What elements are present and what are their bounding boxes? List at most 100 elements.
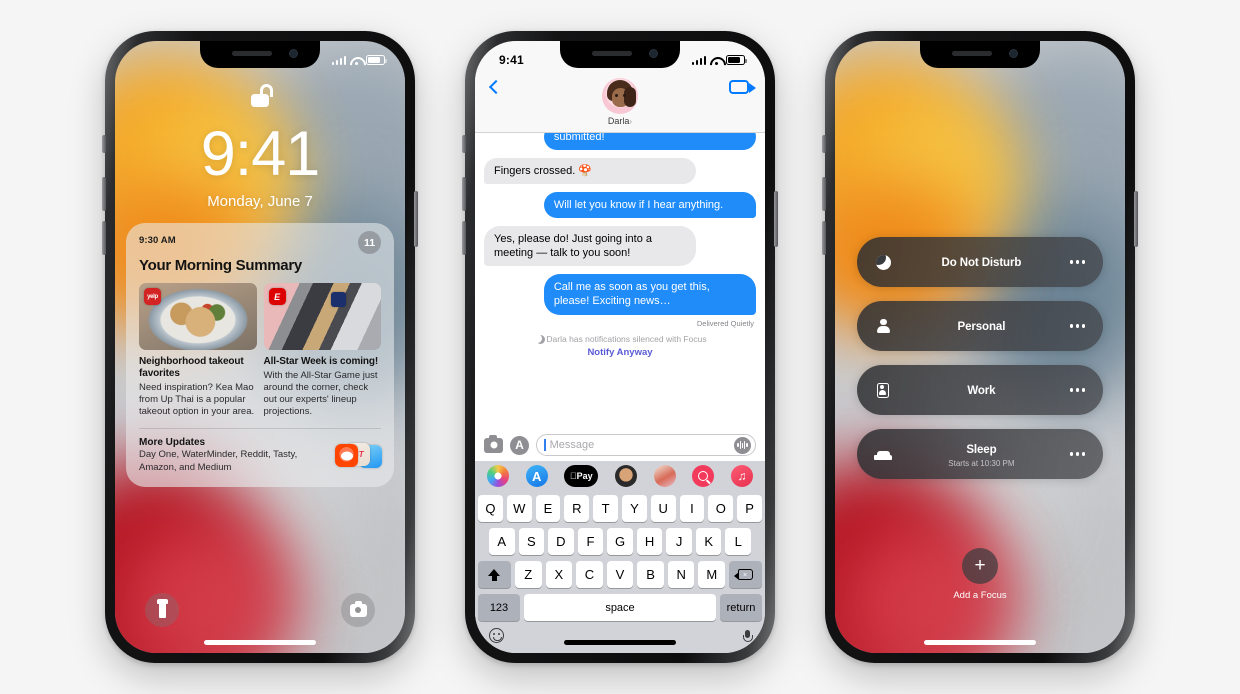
front-camera-icon <box>649 49 658 58</box>
key-v[interactable]: V <box>606 561 634 588</box>
home-indicator[interactable] <box>564 640 676 645</box>
emoji-smiley-icon[interactable] <box>489 628 504 643</box>
key-z[interactable]: Z <box>514 561 542 588</box>
key-y[interactable]: Y <box>622 495 647 522</box>
focus-mode-work[interactable]: Work <box>857 365 1103 415</box>
ellipsis-icon[interactable] <box>1069 260 1085 264</box>
key-h[interactable]: H <box>636 528 663 555</box>
key-t[interactable]: T <box>593 495 618 522</box>
mute-switch[interactable] <box>462 135 466 153</box>
volume-down-button[interactable] <box>462 221 466 255</box>
key-e[interactable]: E <box>535 495 561 522</box>
key-p[interactable]: P <box>737 495 762 522</box>
power-button[interactable] <box>774 191 778 247</box>
power-button[interactable] <box>414 191 418 247</box>
keyboard-row: Z X C V B N M × <box>477 561 763 588</box>
app-store-icon[interactable]: A <box>510 435 529 455</box>
baseball-thumbnail-image: E <box>263 283 381 350</box>
camera-button[interactable] <box>341 593 375 627</box>
key-u[interactable]: U <box>650 495 676 522</box>
key-d[interactable]: D <box>548 528 574 555</box>
focus-screen: Do Not Disturb Personal Work Sleep Start… <box>835 41 1125 653</box>
return-key[interactable]: return <box>720 594 762 621</box>
imessage-app-drawer[interactable]: A Pay ♫ <box>475 461 765 492</box>
key-j[interactable]: J <box>666 528 692 555</box>
key-g[interactable]: G <box>607 528 633 555</box>
unlocked-padlock-icon <box>251 84 273 107</box>
key-r[interactable]: R <box>564 495 590 522</box>
key-q[interactable]: Q <box>478 495 503 522</box>
keyboard-row: Q W E R T Y U I O P <box>478 495 762 522</box>
flashlight-button[interactable] <box>145 593 179 627</box>
key-s[interactable]: S <box>518 528 545 555</box>
message-bubble[interactable]: Will let you know if I hear anything. <box>543 192 756 219</box>
volume-up-button[interactable] <box>462 177 466 211</box>
cellular-bars-icon <box>691 55 706 65</box>
mute-switch[interactable] <box>102 135 106 153</box>
space-key[interactable]: space <box>524 594 716 621</box>
plus-icon[interactable]: + <box>962 548 998 584</box>
message-bubble[interactable]: Fingers crossed. 🍄 <box>484 158 697 185</box>
notification-time: 9:30 AM <box>139 235 176 246</box>
memoji-icon[interactable] <box>614 465 637 487</box>
volume-down-button[interactable] <box>102 221 106 255</box>
power-button[interactable] <box>1134 191 1138 247</box>
key-f[interactable]: F <box>577 528 604 555</box>
notify-anyway-button[interactable]: Notify Anyway <box>484 347 756 358</box>
key-o[interactable]: O <box>708 495 734 522</box>
camera-icon[interactable] <box>484 434 503 453</box>
focus-mode-do-not-disturb[interactable]: Do Not Disturb <box>857 237 1103 287</box>
key-l[interactable]: L <box>725 528 752 555</box>
key-m[interactable]: M <box>698 561 726 588</box>
more-updates-row[interactable]: More Updates Day One, WaterMinder, Reddi… <box>139 437 382 474</box>
audio-waveform-icon[interactable] <box>734 436 751 454</box>
message-thread[interactable]: submitted! Fingers crossed. 🍄 Will let y… <box>475 133 765 429</box>
message-input[interactable]: Message <box>536 434 756 456</box>
contact-header[interactable]: Darla› <box>602 78 638 126</box>
apple-pay-icon[interactable]: Pay <box>564 465 599 487</box>
key-c[interactable]: C <box>576 561 603 588</box>
home-indicator[interactable] <box>924 640 1036 645</box>
volume-down-button[interactable] <box>822 221 826 255</box>
notification-card[interactable]: E All-Star Week is coming! With the All-… <box>263 283 381 418</box>
message-bubble[interactable]: submitted! <box>543 133 756 151</box>
battery-icon <box>366 55 387 65</box>
lock-time: 9:41 <box>200 119 321 189</box>
shift-key[interactable] <box>477 561 511 588</box>
mute-switch[interactable] <box>822 135 826 153</box>
music-icon[interactable]: ♫ <box>730 465 753 487</box>
notification-summary-card[interactable]: 9:30 AM 11 Your Morning Summary yelp Nei… <box>126 223 394 487</box>
add-focus-button[interactable]: + Add a Focus <box>835 548 1125 601</box>
keyboard[interactable]: Q W E R T Y U I O P A S D F G H J K L Z … <box>475 492 765 653</box>
focus-mode-personal[interactable]: Personal <box>857 301 1103 351</box>
backspace-key[interactable]: × <box>729 561 763 588</box>
lock-screen-content: 9:41 Monday, June 7 9:30 AM 11 Your Morn… <box>115 41 405 653</box>
stickers-icon[interactable] <box>653 465 676 487</box>
backspace-icon: × <box>734 569 754 580</box>
volume-up-button[interactable] <box>102 177 106 211</box>
key-b[interactable]: B <box>637 561 664 588</box>
home-indicator[interactable] <box>204 640 316 645</box>
back-chevron-icon[interactable] <box>488 79 504 95</box>
avatar[interactable] <box>602 78 638 114</box>
numbers-key[interactable]: 123 <box>478 594 520 621</box>
key-a[interactable]: A <box>488 528 515 555</box>
key-n[interactable]: N <box>667 561 695 588</box>
message-bubble[interactable]: Call me as soon as you get this, please!… <box>543 274 756 315</box>
ellipsis-icon[interactable] <box>1069 388 1085 392</box>
notification-card[interactable]: yelp Neighborhood takeout favorites Need… <box>139 283 257 418</box>
ellipsis-icon[interactable] <box>1069 452 1085 456</box>
message-bubble[interactable]: Yes, please do! Just going into a meetin… <box>484 226 697 267</box>
images-search-icon[interactable] <box>692 465 715 487</box>
volume-up-button[interactable] <box>822 177 826 211</box>
microphone-icon[interactable] <box>743 629 753 642</box>
ellipsis-icon[interactable] <box>1069 324 1085 328</box>
photos-icon[interactable] <box>487 465 509 487</box>
key-k[interactable]: K <box>695 528 722 555</box>
key-x[interactable]: X <box>545 561 573 588</box>
key-i[interactable]: I <box>679 495 705 522</box>
key-w[interactable]: W <box>506 495 532 522</box>
focus-mode-sleep[interactable]: Sleep Starts at 10:30 PM <box>857 429 1103 479</box>
video-camera-icon[interactable] <box>729 80 756 94</box>
app-store-icon[interactable]: A <box>525 465 548 487</box>
